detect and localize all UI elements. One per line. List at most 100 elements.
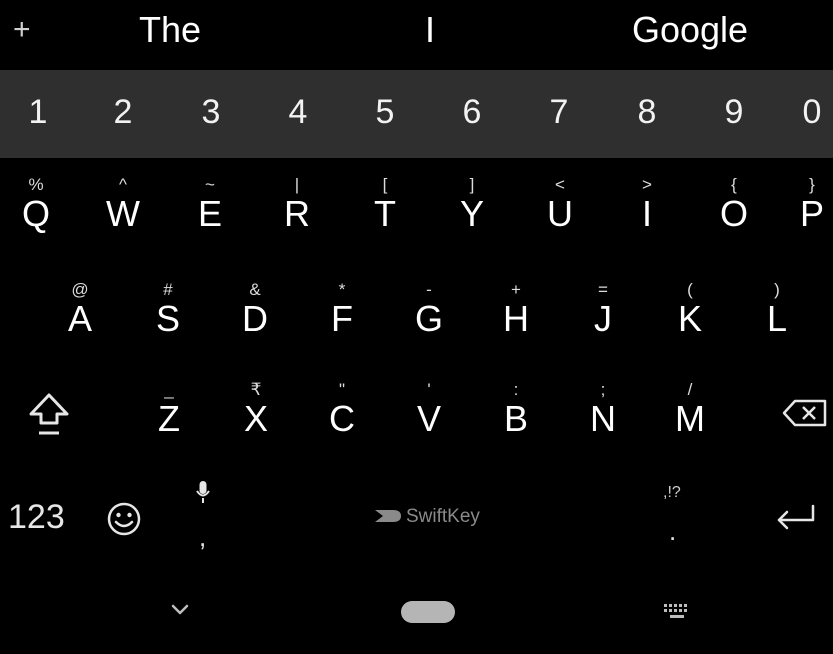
key-1[interactable]: 1 [8,92,68,132]
key-label: D [242,298,268,339]
key-9[interactable]: 9 [704,92,764,132]
key-hint: } [809,175,815,194]
period-label: . [669,516,677,546]
key-4[interactable]: 4 [268,92,328,132]
key-label: P [799,193,824,234]
suggestion-bar: + The I Google [0,0,833,70]
emoji-icon [106,501,142,537]
key-a[interactable]: @ A [50,281,110,339]
shift-icon [24,390,74,440]
space-brand-label: SwiftKey [406,506,480,527]
key-label: Q [21,193,50,234]
backspace-icon [781,397,829,429]
suggestion-center[interactable]: I [370,10,490,50]
space-key[interactable]: SwiftKey [240,478,620,556]
shift-key[interactable] [24,390,74,440]
key-label: J [594,298,612,339]
nav-keyboard-switch-button[interactable] [662,602,692,622]
key-hint: # [163,280,173,299]
key-hint: & [249,280,261,299]
suggestion-left[interactable]: The [110,10,230,50]
key-n[interactable]: ; N [573,381,633,439]
period-key[interactable]: ,!? . [655,482,695,552]
key-label: Z [158,398,180,439]
key-label: C [329,398,355,439]
key-f[interactable]: * F [312,281,372,339]
key-i[interactable]: > I [617,176,677,234]
key-d[interactable]: & D [225,281,285,339]
key-j[interactable]: = J [573,281,633,339]
enter-key[interactable] [773,500,819,534]
key-label: E [197,193,222,234]
key-v[interactable]: ' V [399,381,459,439]
key-q[interactable]: % Q [6,176,66,234]
key-o[interactable]: {O [704,176,764,234]
comma-key[interactable]: , [188,478,218,556]
key-k[interactable]: (K [660,281,720,339]
key-m[interactable]: / M [660,381,720,439]
key-z[interactable]: _ Z [139,381,199,439]
key-hint: - [426,280,432,299]
key-label: B [503,398,528,439]
key-p[interactable]: } P [791,176,833,234]
key-w[interactable]: ^ W [93,176,153,234]
key-hint: > [642,175,652,194]
key-hint: | [294,175,300,194]
key-label: O [719,193,748,234]
key-label: H [503,298,529,339]
key-b[interactable]: :B [486,381,546,439]
key-hint: ' [427,380,431,399]
key-hint: ₹ [250,380,262,399]
keyboard-icon [662,602,692,622]
add-toolbar-button[interactable]: + [13,12,31,48]
swiftkey-logo [373,506,405,526]
key-6[interactable]: 6 [442,92,502,132]
enter-icon [773,500,819,534]
key-label: T [374,193,396,234]
key-3[interactable]: 3 [181,92,241,132]
key-0[interactable]: 0 [791,92,833,132]
nav-home-button[interactable] [401,601,455,623]
key-c[interactable]: " C [312,381,372,439]
key-hint: % [28,175,44,194]
key-y[interactable]: ] Y [442,176,502,234]
key-8[interactable]: 8 [617,92,677,132]
backspace-key[interactable] [781,397,829,429]
key-u[interactable]: < U [530,176,590,234]
key-7[interactable]: 7 [529,92,589,132]
key-label: X [243,398,268,439]
key-hint: ~ [205,175,215,194]
key-label: G [414,298,443,339]
key-hint: ^ [119,175,127,194]
key-hint: { [731,175,737,194]
key-x[interactable]: ₹ X [226,381,286,439]
key-hint: * [338,280,346,299]
key-label: Y [459,193,484,234]
nav-back-button[interactable] [168,602,192,618]
key-hint: _ [164,380,174,399]
key-h[interactable]: + H [486,281,546,339]
numbers-toggle-key[interactable]: 123 [8,497,65,537]
key-l[interactable]: ) L [747,281,807,339]
number-row: 1 2 3 4 5 6 7 8 9 0 [0,70,833,158]
key-s[interactable]: # S [138,281,198,339]
key-label: A [67,298,92,339]
key-label: U [547,193,573,234]
key-label: F [331,298,353,339]
key-g[interactable]: -G [399,281,459,339]
key-2[interactable]: 2 [93,92,153,132]
emoji-key[interactable] [106,501,142,537]
key-5[interactable]: 5 [355,92,415,132]
key-hint: + [511,280,521,299]
key-e[interactable]: ~ E [180,176,240,234]
key-hint: = [598,280,608,299]
key-hint: ) [774,280,780,299]
key-r[interactable]: | R [267,176,327,234]
key-t[interactable]: [T [355,176,415,234]
comma-label: , [199,522,207,552]
key-label: M [675,398,705,439]
suggestion-right[interactable]: Google [605,10,775,50]
key-label: I [641,193,652,234]
mic-icon [195,480,211,506]
key-label: K [677,298,702,339]
